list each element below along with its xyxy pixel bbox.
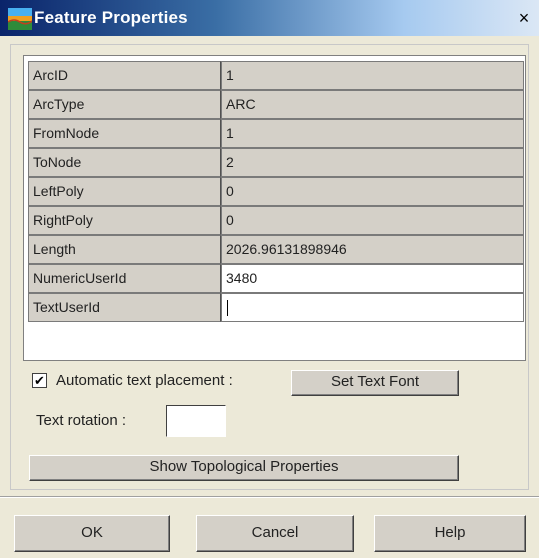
numeric-user-id-field[interactable]: 3480 bbox=[221, 264, 524, 293]
property-row: Length 2026.96131898946 bbox=[28, 235, 524, 264]
property-value: ARC bbox=[221, 90, 524, 119]
property-row: NumericUserId 3480 bbox=[28, 264, 524, 293]
property-name: ArcType bbox=[28, 90, 221, 119]
property-value: 2026.96131898946 bbox=[221, 235, 524, 264]
property-name: Length bbox=[28, 235, 221, 264]
auto-text-checkbox[interactable]: ✔ bbox=[32, 373, 47, 388]
property-row: ArcType ARC bbox=[28, 90, 524, 119]
property-name: RightPoly bbox=[28, 206, 221, 235]
property-row: TextUserId bbox=[28, 293, 524, 322]
property-value: 1 bbox=[221, 119, 524, 148]
property-name: TextUserId bbox=[28, 293, 221, 322]
property-name: ArcID bbox=[28, 61, 221, 90]
property-row: RightPoly 0 bbox=[28, 206, 524, 235]
text-rotation-label: Text rotation : bbox=[36, 412, 127, 429]
property-row: ArcID 1 bbox=[28, 61, 524, 90]
ok-button[interactable]: OK bbox=[14, 515, 170, 552]
text-user-id-field[interactable] bbox=[221, 293, 524, 322]
properties-grid: ArcID 1 ArcType ARC FromNode 1 ToNode 2 … bbox=[23, 55, 526, 361]
close-icon[interactable]: × bbox=[515, 9, 533, 27]
set-text-font-button[interactable]: Set Text Font bbox=[291, 370, 459, 396]
property-row: ToNode 2 bbox=[28, 148, 524, 177]
property-value: 1 bbox=[221, 61, 524, 90]
property-name: NumericUserId bbox=[28, 264, 221, 293]
auto-text-label: Automatic text placement : bbox=[56, 372, 233, 389]
app-icon bbox=[8, 8, 32, 30]
property-row: LeftPoly 0 bbox=[28, 177, 524, 206]
property-name: FromNode bbox=[28, 119, 221, 148]
footer-separator bbox=[0, 496, 539, 498]
text-rotation-input[interactable] bbox=[166, 405, 226, 437]
property-name: LeftPoly bbox=[28, 177, 221, 206]
feature-properties-dialog: Feature Properties × ArcID 1 ArcType ARC… bbox=[0, 0, 539, 558]
cancel-button[interactable]: Cancel bbox=[196, 515, 354, 552]
window-title: Feature Properties bbox=[34, 8, 188, 27]
property-value: 0 bbox=[221, 177, 524, 206]
help-button[interactable]: Help bbox=[374, 515, 526, 552]
property-value: 2 bbox=[221, 148, 524, 177]
text-caret bbox=[227, 300, 228, 317]
show-topological-properties-button[interactable]: Show Topological Properties bbox=[29, 455, 459, 481]
property-row: FromNode 1 bbox=[28, 119, 524, 148]
title-bar: Feature Properties × bbox=[0, 0, 539, 36]
property-value: 0 bbox=[221, 206, 524, 235]
property-name: ToNode bbox=[28, 148, 221, 177]
